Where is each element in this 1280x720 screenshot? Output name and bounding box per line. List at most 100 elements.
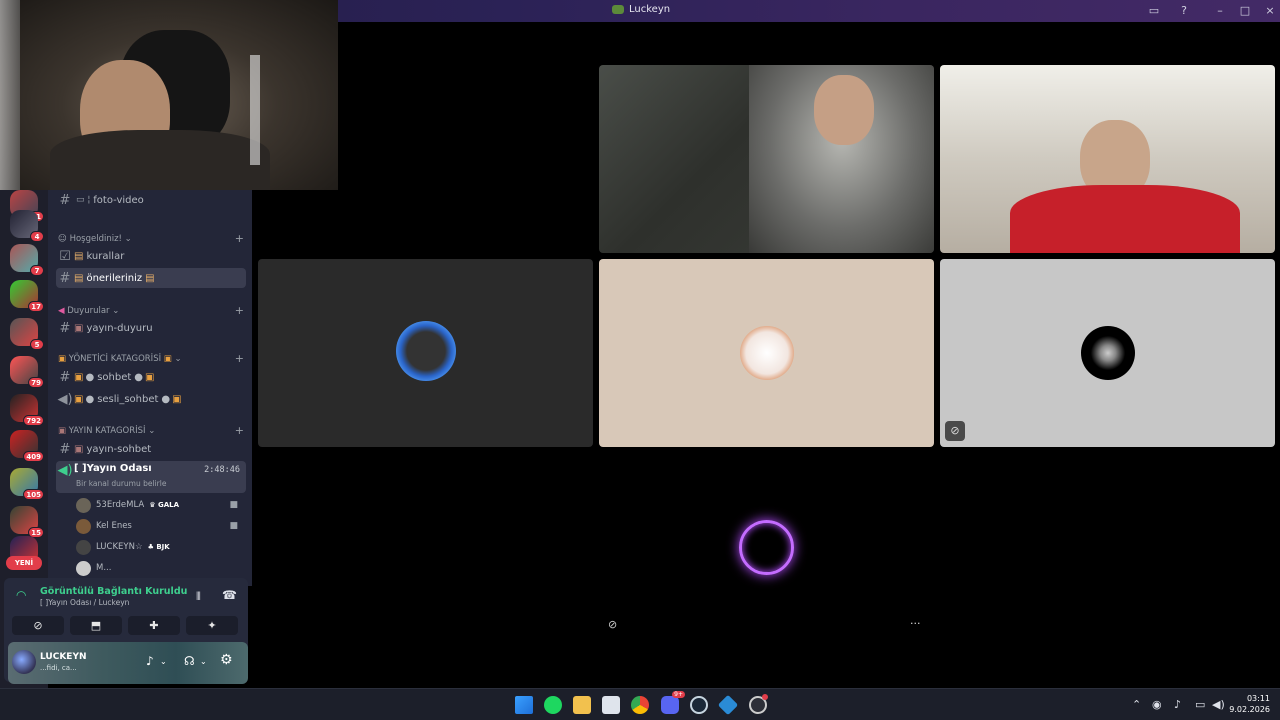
avatar — [1081, 326, 1135, 380]
hide-non-video-icon[interactable]: ⊘ — [608, 618, 617, 631]
server-icon[interactable]: 4 — [10, 210, 44, 242]
hash-icon: # — [59, 369, 71, 385]
video-tile-camera-2[interactable] — [940, 65, 1275, 253]
gift-emoji-icon: ▣ — [58, 353, 69, 364]
category-hosgeldiniz[interactable]: ☺ Hoşgeldiniz! ⌄ + — [58, 232, 244, 245]
avatar — [76, 560, 91, 576]
unread-badge: 105 — [23, 489, 44, 500]
clan-tag: ♛ GALA — [149, 501, 180, 509]
server-icon[interactable]: 792 — [10, 394, 44, 426]
server-icon[interactable]: 17 — [10, 280, 44, 312]
steam-icon[interactable] — [690, 696, 708, 714]
microphone-icon[interactable]: ♪ — [1174, 698, 1181, 711]
add-channel-icon[interactable]: + — [235, 304, 244, 317]
discord-icon[interactable]: 9+ — [661, 691, 685, 714]
more-options-icon[interactable]: ··· — [910, 617, 921, 630]
headphones-icon[interactable]: ☊ — [184, 654, 195, 668]
inbox-icon[interactable]: ▭ — [1146, 3, 1162, 19]
channel-sesli-sohbet[interactable]: ◀) ▣ ● sesli_sohbet ● ▣ — [56, 389, 246, 409]
camera-emoji-icon: ▭ ¦ — [76, 195, 94, 205]
camera-icon: ■ — [229, 500, 238, 510]
channel-kurallar[interactable]: ☑ ▤ kurallar — [56, 246, 246, 266]
webcam-person-face — [814, 75, 874, 145]
server-icon[interactable]: 79 — [10, 356, 44, 388]
video-tile-avatar-1[interactable] — [258, 259, 593, 447]
disconnect-icon[interactable]: ☎ — [222, 588, 237, 602]
voice-user[interactable]: Kel Enes ■ — [76, 517, 246, 535]
channel-foto-video[interactable]: # ▭ ¦ foto-video — [56, 190, 246, 210]
category-yayin[interactable]: ▣ YAYIN KATAGORİSİ ⌄ + — [58, 424, 244, 437]
maximize-icon[interactable]: □ — [1237, 3, 1253, 19]
app-icon[interactable] — [717, 694, 739, 716]
screen-share-icon: ⬒ — [90, 619, 102, 632]
tv-emoji-icon: ▣ — [58, 425, 69, 436]
gift-emoji-icon: ▣ — [74, 371, 84, 383]
tv-emoji-icon: ▣ — [74, 322, 84, 334]
activities-button[interactable]: ✚ — [128, 616, 180, 635]
connection-location[interactable]: [ ]Yayın Odası / Luckeyn — [40, 598, 129, 607]
channel-onerileriniz[interactable]: # ▤ önerileriniz ▤ — [56, 268, 246, 288]
chevron-up-icon[interactable]: ⌃ — [1132, 698, 1141, 711]
megaphone-emoji-icon: ◀ — [58, 305, 68, 316]
screen-share-button[interactable]: ⬒ — [70, 616, 122, 635]
volume-icon[interactable]: ◀) — [1212, 698, 1225, 711]
soundboard-button[interactable]: ✦ — [186, 616, 238, 635]
clan-tag: ♣ BJK — [147, 543, 170, 551]
rules-icon: ☑ — [59, 248, 71, 264]
server-icon[interactable]: 5 — [10, 318, 44, 350]
add-channel-icon[interactable]: + — [235, 232, 244, 245]
minimize-icon[interactable]: – — [1212, 3, 1228, 19]
server-icon — [612, 5, 624, 14]
app-icon[interactable] — [749, 694, 768, 714]
channel-yayin-duyuru[interactable]: # ▣ yayın-duyuru — [56, 318, 246, 338]
video-tile-camera-1[interactable] — [599, 65, 934, 253]
notification-dot — [762, 694, 768, 700]
speaker-icon: ◀) — [57, 391, 73, 407]
microphone-icon[interactable]: ♪ — [146, 654, 154, 668]
category-yonetici[interactable]: ▣ YÖNETİCİ KATAGORİSİ ▣ ⌄ + — [58, 352, 244, 365]
channel-yayin-sohbet[interactable]: # ▣ yayın-sohbet — [56, 439, 246, 459]
settings-gear-icon[interactable]: ⚙ — [220, 652, 233, 668]
spotify-icon[interactable] — [544, 696, 562, 714]
speaking-indicator[interactable] — [739, 520, 794, 575]
avatar[interactable] — [12, 650, 36, 674]
channel-sohbet[interactable]: # ▣ ● sohbet ● ▣ — [56, 367, 246, 387]
unread-badge: 792 — [23, 415, 44, 426]
server-icon[interactable]: 105 — [10, 468, 44, 500]
file-explorer-icon[interactable] — [573, 696, 591, 714]
voice-user[interactable]: 53ErdeMLA ♛ GALA ■ — [76, 496, 246, 514]
channel-status[interactable]: Bir kanal durumu belirle — [76, 479, 166, 488]
add-channel-icon[interactable]: + — [235, 352, 244, 365]
store-icon[interactable] — [602, 696, 620, 714]
network-icon[interactable]: ▭ — [1195, 698, 1205, 711]
signal-icon[interactable]: ◠ — [16, 588, 26, 602]
category-duyurular[interactable]: ◀ Duyurular ⌄ + — [58, 304, 244, 317]
help-icon[interactable]: ? — [1176, 3, 1192, 19]
steam-tray-icon[interactable]: ◉ — [1152, 698, 1162, 711]
voice-user[interactable]: LUCKEYN☆ ♣ BJK — [76, 538, 246, 556]
video-tile-avatar-3[interactable]: ⊘ — [940, 259, 1275, 447]
noise-suppression-icon[interactable]: ⦀ — [196, 590, 201, 604]
server-icon[interactable]: 409 — [10, 430, 44, 462]
close-icon[interactable]: × — [1262, 3, 1278, 19]
tv-emoji-icon: ▣ — [74, 443, 84, 455]
scroll-emoji-icon: ▤ — [74, 272, 84, 284]
hash-icon: # — [59, 441, 71, 457]
add-channel-icon[interactable]: + — [235, 424, 244, 437]
chevron-down-icon[interactable]: ⌄ — [200, 657, 207, 666]
camera-off-button[interactable]: ⊘ — [12, 616, 64, 635]
server-icon[interactable]: 15 — [10, 506, 44, 538]
webcam-person-shirt — [1010, 185, 1240, 253]
server-icon[interactable]: 7 — [10, 244, 44, 276]
system-clock[interactable]: 03:11 9.02.2026 — [1229, 693, 1270, 715]
new-servers-pill[interactable]: YENİ — [6, 556, 42, 570]
voice-channel-yayin-odasi[interactable]: ◀) [ ]Yayın Odası 2:48:46 Bir kanal duru… — [56, 461, 246, 493]
chrome-icon[interactable] — [631, 696, 649, 714]
video-tile-avatar-2[interactable] — [599, 259, 934, 447]
avatar — [76, 539, 91, 555]
windows-start-icon[interactable] — [515, 696, 533, 714]
webcam-light-left — [0, 0, 20, 190]
unread-badge: 5 — [30, 339, 44, 350]
voice-user[interactable]: M... — [76, 559, 246, 577]
chevron-down-icon[interactable]: ⌄ — [160, 657, 167, 666]
